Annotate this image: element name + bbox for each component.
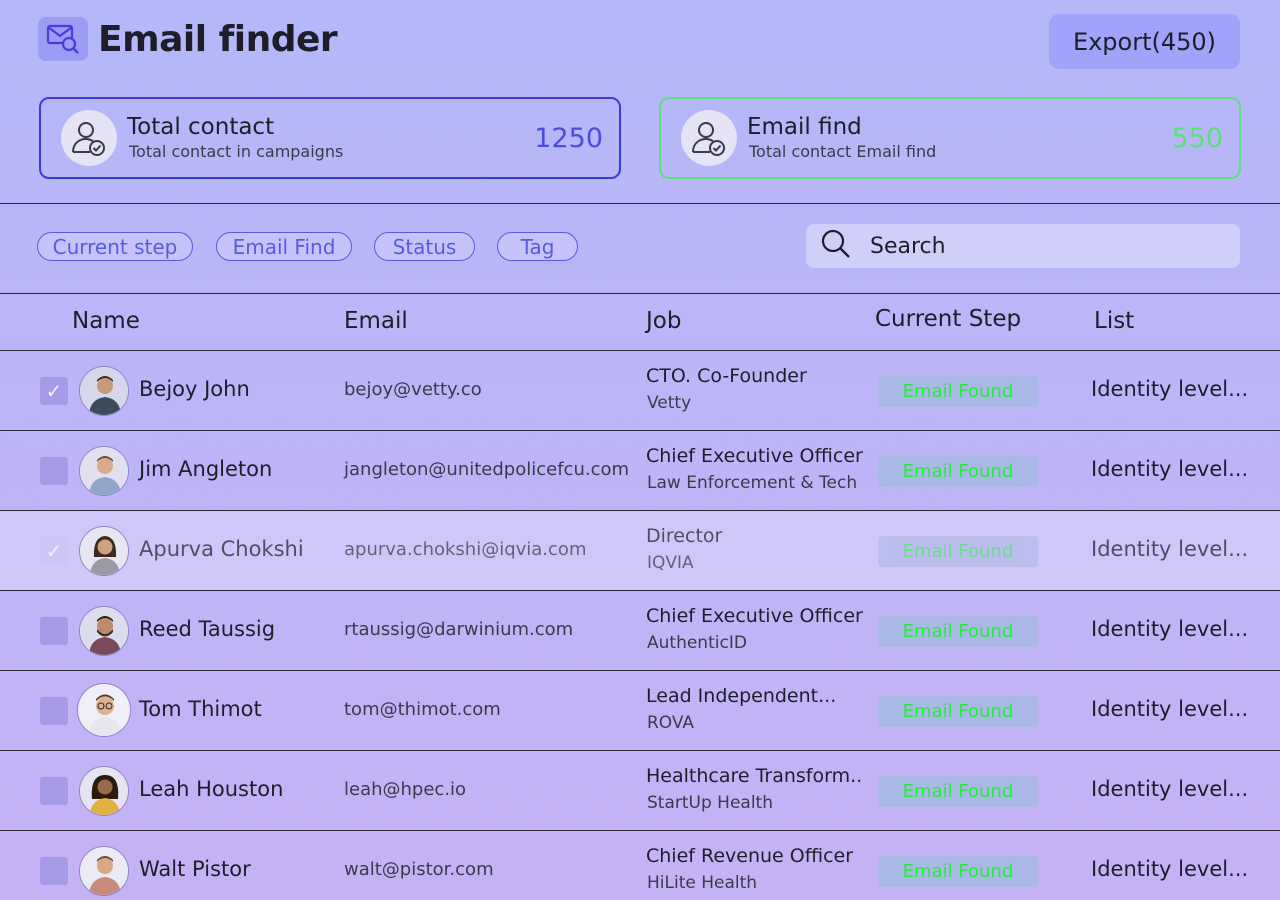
search-input[interactable] [870,233,1210,259]
email-search-icon [38,17,88,61]
contact-email: jangleton@unitedpolicefcu.com [344,459,630,480]
contact-name[interactable]: Reed Taussig [139,617,275,641]
table-row[interactable]: Reed Taussig rtaussig@darwinium.com Chie… [0,591,1280,671]
company-name: AuthenticID [647,633,747,653]
stat-card-email-find: Email find Total contact Email find 550 [659,97,1241,179]
avatar [79,846,129,896]
row-checkbox[interactable]: ✓ [40,377,68,405]
avatar [79,526,129,576]
stat-subtitle: Total contact in campaigns [129,142,344,161]
contact-name[interactable]: Tom Thimot [139,697,262,721]
stat-title: Email find [747,114,862,140]
filter-status[interactable]: Status [374,232,475,261]
job-title: Lead Independent... [646,685,837,707]
company-name: ROVA [647,713,695,733]
job-title: Chief Executive Officer [646,605,863,627]
list-name: Identity level... [1091,457,1249,481]
contact-name[interactable]: Bejoy John [139,377,250,401]
contact-name[interactable]: Walt Pistor [139,857,251,881]
row-checkbox[interactable] [40,697,68,725]
contact-email: bejoy@vetty.co [344,379,482,400]
check-icon: ✓ [45,539,63,563]
row-checkbox[interactable] [40,457,68,485]
column-header-email[interactable]: Email [344,308,408,334]
contact-email: leah@hpec.io [344,779,467,800]
contact-name[interactable]: Leah Houston [139,777,283,801]
stat-value: 550 [1171,122,1223,154]
table-row[interactable]: Walt Pistor walt@pistor.com Chief Revenu… [0,831,1280,900]
search-box [806,224,1240,268]
status-badge: Email Found [878,856,1038,887]
list-name: Identity level... [1091,777,1249,801]
company-name: IQVIA [647,553,694,573]
row-checkbox[interactable] [40,857,68,885]
table-row[interactable]: Jim Angleton jangleton@unitedpolicefcu.c… [0,431,1280,511]
list-name: Identity level... [1091,697,1249,721]
list-name: Identity level... [1091,377,1249,401]
column-header-name[interactable]: Name [72,308,140,334]
export-button[interactable]: Export(450) [1049,14,1240,69]
contact-email: tom@thimot.com [344,699,501,720]
status-badge: Email Found [878,536,1038,567]
list-name: Identity level... [1091,617,1249,641]
job-title: Chief Executive Officer [646,445,863,467]
column-header-current-step[interactable]: Current Step [875,306,1021,332]
column-header-list[interactable]: List [1094,308,1134,334]
filter-tag[interactable]: Tag [497,232,578,261]
row-checkbox[interactable]: ✓ [40,537,68,565]
row-checkbox[interactable] [40,777,68,805]
user-check-icon [61,110,117,166]
status-badge: Email Found [878,696,1038,727]
job-title: CTO. Co-Founder [646,365,807,387]
contact-email: walt@pistor.com [344,859,494,880]
job-title: Director [646,525,723,547]
row-checkbox[interactable] [40,617,68,645]
avatar [79,446,129,496]
avatar [79,606,129,656]
column-header-job[interactable]: Job [646,308,681,334]
filter-email-find[interactable]: Email Find [216,232,352,261]
filter-current-step[interactable]: Current step [37,232,193,261]
stat-value: 1250 [534,122,603,154]
table-row[interactable]: ✓ Bejoy John bejoy@vetty.co CTO. Co-Foun… [0,351,1280,431]
avatar [79,366,129,416]
divider [0,293,1280,294]
divider [0,203,1280,204]
company-name: Vetty [647,393,692,413]
table-row[interactable]: ✓ Apurva Chokshi apurva.chokshi@iqvia.co… [0,511,1280,591]
contact-name[interactable]: Apurva Chokshi [139,537,304,561]
company-name: HiLite Health [647,873,758,893]
avatar [79,766,129,816]
stat-title: Total contact [127,114,275,140]
check-icon: ✓ [45,379,63,403]
page-title: Email finder [98,18,338,60]
company-name: Law Enforcement & Tech [647,473,858,493]
user-check-icon [681,110,737,166]
contact-email: rtaussig@darwinium.com [344,619,574,640]
status-badge: Email Found [878,616,1038,647]
search-icon [820,228,852,264]
contact-name[interactable]: Jim Angleton [139,457,272,481]
table-row[interactable]: Leah Houston leah@hpec.io Healthcare Tra… [0,751,1280,831]
app-header: Email finder [38,17,338,61]
job-title: Healthcare Transform.. [646,765,863,787]
job-title: Chief Revenue Officer [646,845,854,867]
status-badge: Email Found [878,456,1038,487]
status-badge: Email Found [878,776,1038,807]
stat-card-total-contact: Total contact Total contact in campaigns… [39,97,621,179]
contact-email: apurva.chokshi@iqvia.com [344,539,587,560]
table-row[interactable]: Tom Thimot tom@thimot.com Lead Independe… [0,671,1280,751]
list-name: Identity level... [1091,857,1249,881]
list-name: Identity level... [1091,537,1249,561]
avatar [77,683,131,737]
company-name: StartUp Health [647,793,773,813]
stat-subtitle: Total contact Email find [749,142,937,161]
status-badge: Email Found [878,376,1038,407]
